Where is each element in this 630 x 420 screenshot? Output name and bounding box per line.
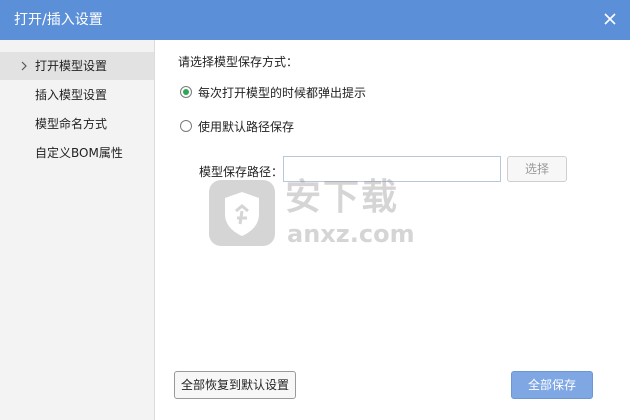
- watermark-domain: anxz.com: [287, 220, 415, 248]
- sidebar-item-model-naming[interactable]: 模型命名方式: [0, 110, 154, 138]
- radio-label: 使用默认路径保存: [198, 120, 295, 134]
- close-icon[interactable]: [600, 9, 620, 29]
- radio-button[interactable]: [180, 120, 192, 132]
- sidebar-item-label: 模型命名方式: [35, 117, 108, 131]
- radio-button[interactable]: [180, 86, 192, 98]
- chevron-right-icon: [21, 61, 27, 71]
- shield-icon: [209, 180, 275, 246]
- sidebar-item-custom-bom[interactable]: 自定义BOM属性: [0, 139, 154, 167]
- sidebar-item-open-model[interactable]: 打开模型设置: [0, 52, 154, 80]
- watermark: 安下载 anxz.com: [207, 178, 427, 250]
- title-bar: 打开/插入设置: [0, 0, 630, 40]
- radio-selected-dot: [183, 89, 189, 95]
- watermark-text: 安下载: [285, 177, 400, 218]
- select-path-button[interactable]: 选择: [507, 156, 567, 182]
- sidebar: 打开模型设置 插入模型设置 模型命名方式 自定义BOM属性: [0, 40, 155, 420]
- sidebar-item-label: 插入模型设置: [35, 88, 108, 102]
- restore-defaults-button[interactable]: 全部恢复到默认设置: [174, 371, 296, 399]
- save-all-button[interactable]: 全部保存: [511, 371, 593, 399]
- sidebar-item-label: 自定义BOM属性: [35, 146, 123, 160]
- radio-label: 每次打开模型的时候都弹出提示: [198, 86, 367, 100]
- sidebar-item-label: 打开模型设置: [35, 59, 108, 73]
- sidebar-item-insert-model[interactable]: 插入模型设置: [0, 81, 154, 109]
- save-method-label: 请选择模型保存方式：: [178, 55, 299, 69]
- window-title: 打开/插入设置: [14, 12, 103, 28]
